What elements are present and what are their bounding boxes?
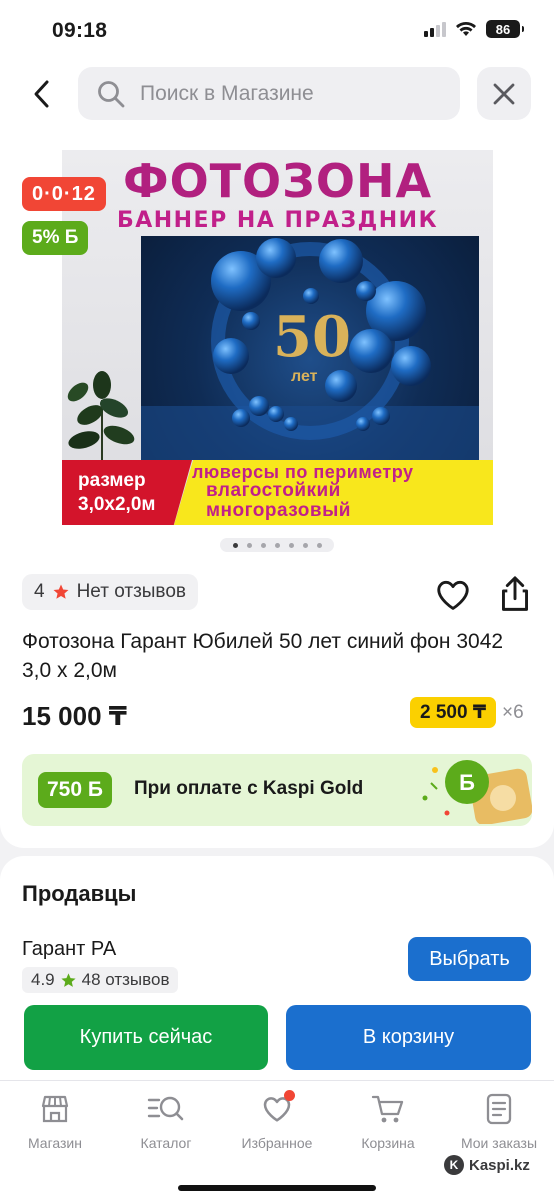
status-bar: 09:18 86 <box>0 0 554 60</box>
orders-icon <box>486 1093 512 1125</box>
chevron-left-icon <box>34 80 49 108</box>
pager-dot <box>316 542 322 548</box>
share-icon <box>502 576 528 611</box>
status-icons: 86 <box>424 20 524 38</box>
choose-seller-button[interactable]: Выбрать <box>408 937 531 981</box>
catalog-search-icon <box>147 1096 184 1121</box>
installment-multiplier: ×6 <box>502 701 524 723</box>
product-title: Фотозона Гарант Юбилей 50 лет синий фон … <box>22 630 504 682</box>
plant-illustration <box>67 371 135 465</box>
product-card: ФОТОЗОНА БАННЕР НА ПРАЗДНИК 50 лет разме… <box>0 130 554 848</box>
banner-feature-3: многоразовый <box>206 500 351 521</box>
product-image[interactable]: ФОТОЗОНА БАННЕР НА ПРАЗДНИК 50 лет разме… <box>62 150 493 525</box>
installment-amount: 2 500 ₸ <box>410 697 497 728</box>
seller-name[interactable]: Гарант РА <box>22 938 116 961</box>
seller-reviews: 48 отзывов <box>81 970 170 989</box>
pager-dot <box>288 542 294 548</box>
pager-dot <box>274 542 280 548</box>
banner-features-block: люверсы по периметру влагостойкий многор… <box>174 460 493 525</box>
wifi-icon <box>456 22 476 36</box>
notification-dot <box>284 1090 295 1101</box>
pager-dot <box>260 542 266 548</box>
close-icon <box>493 83 515 104</box>
tab-catalog[interactable]: Каталог <box>111 1093 221 1151</box>
search-input[interactable]: Поиск в Магазине <box>78 67 460 120</box>
kaspi-watermark: K Kaspi.kz <box>444 1155 530 1175</box>
installment-info[interactable]: 2 500 ₸ ×6 <box>410 697 524 728</box>
home-indicator[interactable] <box>178 1185 376 1191</box>
bottom-tab-bar: Магазин Каталог Избранное Корзина Мои за… <box>0 1080 554 1200</box>
banner-feature-2: влагостойкий многоразовый <box>206 480 351 521</box>
add-to-cart-button[interactable]: В корзину <box>286 1005 531 1070</box>
close-search-button[interactable] <box>477 67 531 120</box>
tab-favorites[interactable]: Избранное <box>222 1090 332 1151</box>
bonus-badge: 5% Б <box>22 221 89 255</box>
back-button[interactable] <box>22 74 62 114</box>
store-icon <box>41 1095 69 1123</box>
sellers-section: Продавцы Гарант РА 4.9 48 отзывов Выбрат… <box>0 856 554 1096</box>
banner-size-block: размер 3,0х2,0м <box>62 460 192 525</box>
anniversary-word: лет <box>291 368 318 385</box>
balloon-photo: 50 лет <box>141 236 479 460</box>
buy-now-button[interactable]: Купить сейчас <box>24 1005 268 1070</box>
pager-dot <box>302 542 308 548</box>
cellular-signal-icon <box>424 21 446 37</box>
reviews-count: Нет отзывов <box>76 581 186 602</box>
tab-label: Магазин <box>27 1135 82 1151</box>
tab-orders[interactable]: Мои заказы <box>444 1093 554 1151</box>
gold-bonus-text: При оплате с Kaspi Gold <box>134 778 364 799</box>
sellers-title: Продавцы <box>22 881 137 906</box>
tab-label: Каталог <box>140 1135 192 1151</box>
share-button[interactable] <box>496 574 534 614</box>
banner-size-label: размер <box>78 470 146 491</box>
tab-store[interactable]: Магазин <box>0 1093 110 1151</box>
rating-value: 4 <box>34 581 45 602</box>
search-header: Поиск в Магазине <box>0 60 554 130</box>
timer-badge: 0·0·12 <box>22 177 106 211</box>
banner-title: ФОТОЗОНА <box>122 154 433 208</box>
kaspi-gold-card-illustration: Б <box>422 760 532 824</box>
gold-bonus-badge: 750 Б <box>38 772 112 808</box>
svg-text:Б: Б <box>459 770 475 795</box>
heart-icon <box>437 580 469 610</box>
star-icon <box>53 584 69 599</box>
cart-icon <box>371 1095 404 1123</box>
seller-score: 4.9 <box>31 970 55 989</box>
banner-subtitle: БАННЕР НА ПРАЗДНИК <box>116 208 439 233</box>
carousel-pager[interactable] <box>220 538 334 552</box>
tab-label: Избранное <box>241 1135 313 1151</box>
search-placeholder: Поиск в Магазине <box>140 81 314 105</box>
banner-footer: размер 3,0х2,0м люверсы по периметру вла… <box>62 460 493 525</box>
battery-icon: 86 <box>486 20 524 38</box>
star-icon <box>61 972 76 987</box>
search-icon <box>98 80 125 107</box>
pager-dot <box>232 542 238 548</box>
anniversary-number: 50 <box>273 304 351 370</box>
kaspi-logo-icon: K <box>444 1155 464 1175</box>
favorite-button[interactable] <box>434 576 472 614</box>
tab-label: Корзина <box>361 1135 415 1151</box>
banner-size-value: 3,0х2,0м <box>78 494 156 515</box>
rating-chip[interactable]: 4 Нет отзывов <box>22 574 198 610</box>
tab-label: Мои заказы <box>460 1135 538 1151</box>
status-time: 09:18 <box>52 19 108 42</box>
tab-cart[interactable]: Корзина <box>333 1093 443 1151</box>
kaspi-gold-banner[interactable]: 750 Б При оплате с Kaspi Gold Б <box>22 754 532 826</box>
product-price: 15 000 ₸ <box>22 701 127 731</box>
pager-dot <box>246 542 252 548</box>
watermark-text: Kaspi.kz <box>469 1156 530 1174</box>
seller-rating[interactable]: 4.9 48 отзывов <box>22 967 179 993</box>
